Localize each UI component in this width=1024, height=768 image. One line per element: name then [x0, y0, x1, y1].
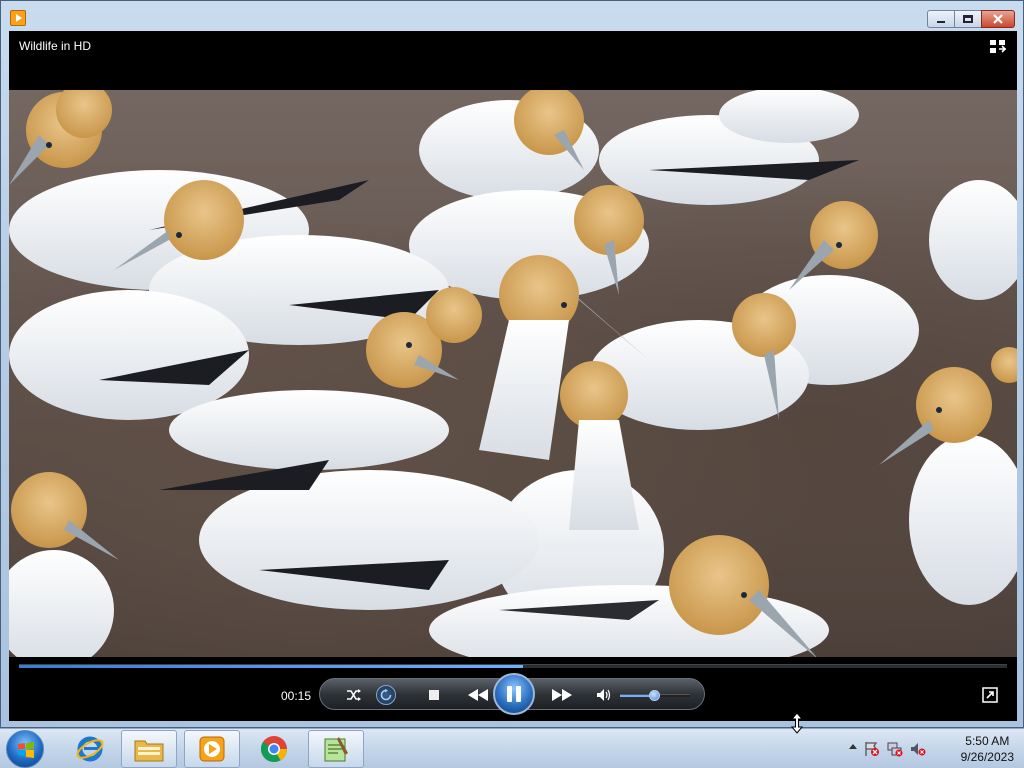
- speaker-icon: [597, 689, 611, 701]
- action-center-flag-icon[interactable]: [864, 741, 880, 757]
- seek-bar-progress: [19, 665, 523, 668]
- repeat-button[interactable]: [376, 685, 396, 705]
- seek-bar[interactable]: [19, 664, 1007, 668]
- start-button[interactable]: [6, 730, 44, 768]
- stop-button[interactable]: [424, 685, 444, 705]
- gannet-video-image: [9, 90, 1017, 657]
- close-icon: [993, 14, 1003, 24]
- video-frame[interactable]: [9, 90, 1017, 657]
- volume-muted-icon[interactable]: [910, 741, 926, 757]
- minimize-button[interactable]: [927, 10, 955, 28]
- system-tray: 5:50 AM 9/26/2023: [844, 729, 1024, 768]
- chrome-icon: [260, 736, 288, 763]
- close-button[interactable]: [981, 10, 1015, 28]
- shuffle-icon: [347, 689, 361, 701]
- volume-slider[interactable]: [620, 690, 690, 701]
- windows-explorer-icon: [134, 740, 164, 762]
- show-hidden-icons-arrow[interactable]: [849, 744, 857, 749]
- stop-icon: [429, 690, 439, 700]
- shuffle-button[interactable]: [344, 685, 364, 705]
- taskbar-notepad-plus-plus[interactable]: [308, 730, 364, 768]
- now-playing-area: Wildlife in HD 00:15: [9, 31, 1017, 721]
- network-icon[interactable]: [887, 741, 903, 757]
- elapsed-time: 00:15: [281, 689, 312, 703]
- windows-media-player-icon: [199, 736, 225, 762]
- taskbar-chrome[interactable]: [246, 730, 302, 768]
- clock-date: 9/26/2023: [960, 750, 1014, 764]
- next-button[interactable]: [548, 685, 576, 705]
- switch-to-library-icon[interactable]: [989, 39, 1007, 55]
- clock-time: 5:50 AM: [965, 734, 1010, 748]
- taskbar-windows-media-player[interactable]: [184, 730, 240, 768]
- mute-button[interactable]: [594, 685, 614, 705]
- media-player-icon[interactable]: [10, 10, 26, 26]
- repeat-icon: [380, 689, 392, 701]
- notepad-plus-plus-icon: [324, 737, 348, 762]
- volume-thumb[interactable]: [649, 690, 660, 701]
- next-icon: [552, 689, 572, 701]
- minimize-icon: [937, 21, 945, 23]
- taskbar: 5:50 AM 9/26/2023: [0, 728, 1024, 768]
- caption-buttons: [927, 10, 1015, 28]
- internet-explorer-icon: [76, 736, 104, 762]
- fullscreen-button[interactable]: [982, 687, 998, 703]
- taskbar-clock[interactable]: 5:50 AM 9/26/2023: [961, 733, 1014, 765]
- pause-button[interactable]: [493, 673, 535, 715]
- previous-icon: [468, 689, 488, 701]
- video-title: Wildlife in HD: [19, 39, 92, 53]
- taskbar-windows-explorer[interactable]: [121, 730, 177, 768]
- title-bar[interactable]: [1, 1, 1023, 31]
- pause-icon: [507, 686, 512, 702]
- windows-logo-icon: [18, 742, 34, 758]
- playback-controls: [319, 673, 705, 715]
- maximize-icon: [963, 15, 973, 23]
- previous-button[interactable]: [464, 685, 492, 705]
- resize-cursor-icon: [791, 712, 803, 734]
- maximize-button[interactable]: [954, 10, 982, 28]
- media-player-window: Wildlife in HD 00:15: [0, 0, 1024, 728]
- taskbar-internet-explorer[interactable]: [62, 730, 118, 768]
